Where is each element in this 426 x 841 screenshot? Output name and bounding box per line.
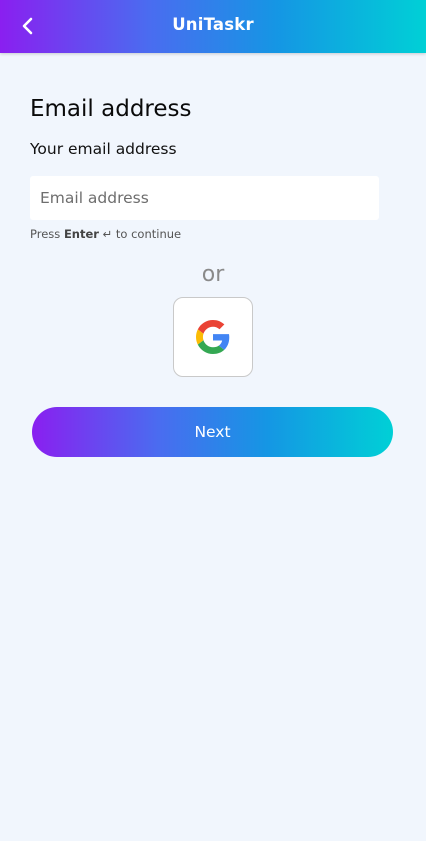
app-title: UniTaskr [172, 15, 254, 34]
enter-key-icon: ↵ [102, 227, 113, 241]
google-icon [196, 320, 230, 354]
hint-key: Enter [63, 227, 99, 241]
or-divider: or [201, 262, 225, 287]
email-input[interactable] [30, 176, 379, 220]
app-header: UniTaskr [0, 0, 426, 53]
next-button[interactable]: Next [32, 407, 393, 457]
page-title: Email address [30, 96, 192, 122]
email-label: Your email address [30, 140, 177, 158]
hint-prefix: Press [30, 227, 61, 241]
enter-hint: Press Enter ↵ to continue [30, 227, 181, 241]
google-signin-button[interactable] [173, 297, 253, 377]
hint-suffix: to continue [115, 227, 182, 241]
